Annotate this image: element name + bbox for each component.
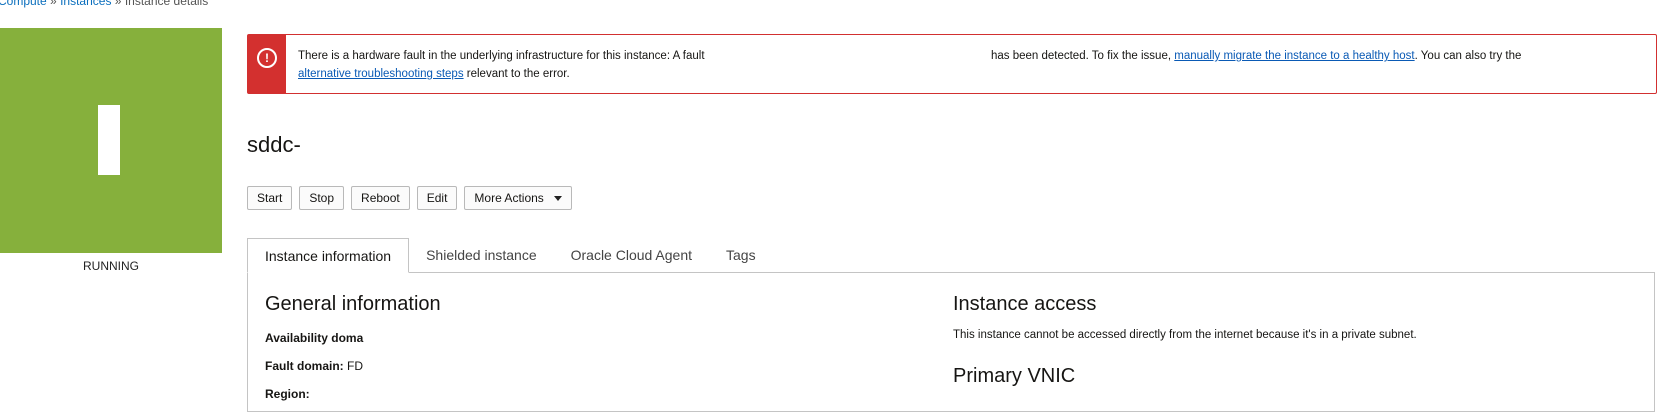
migrate-instance-link[interactable]: manually migrate the instance to a healt…: [1174, 50, 1414, 62]
alert-bar: !: [248, 35, 286, 93]
breadcrumb-separator: »: [50, 0, 57, 8]
breadcrumb-current: Instance details: [124, 0, 209, 8]
instance-status-tile: [0, 28, 222, 253]
alert-text-start: There is a hardware fault in the underly…: [298, 50, 705, 62]
alert-text-mid: has been detected. To fix the issue,: [990, 50, 1172, 62]
fault-domain-label: Fault domain:: [265, 359, 344, 373]
page-title: sddc-: [247, 132, 301, 157]
breadcrumb-compute-link[interactable]: Compute: [0, 0, 47, 8]
tab-instance-information[interactable]: Instance information: [247, 238, 410, 273]
reboot-button[interactable]: Reboot: [351, 186, 410, 210]
breadcrumb-separator: »: [114, 0, 122, 8]
hardware-fault-alert: ! There is a hardware fault in the under…: [247, 34, 1657, 94]
tab-panel: General information Availability doma Fa…: [247, 272, 1655, 412]
tab-tags[interactable]: Tags: [709, 238, 773, 273]
alert-message: There is a hardware fault in the underly…: [298, 47, 1636, 83]
troubleshooting-steps-link[interactable]: alternative troubleshooting steps: [298, 68, 464, 80]
primary-vnic-title: Primary VNIC: [953, 365, 1076, 387]
action-buttons: Start Stop Reboot Edit More Actions: [247, 186, 572, 210]
instance-icon: [98, 105, 120, 175]
stop-button[interactable]: Stop: [299, 186, 345, 210]
alert-text-after-link: . You can also try the: [1414, 50, 1522, 62]
caret-down-icon: [553, 195, 562, 201]
availability-domain-label: Availability doma: [265, 331, 364, 345]
region-label: Region:: [265, 387, 310, 401]
tab-shielded-instance[interactable]: Shielded instance: [409, 238, 554, 273]
more-actions-button[interactable]: More Actions: [464, 186, 572, 210]
tab-oracle-cloud-agent[interactable]: Oracle Cloud Agent: [554, 238, 709, 273]
exclamation-circle-icon: !: [257, 48, 277, 68]
start-button[interactable]: Start: [247, 186, 293, 210]
breadcrumb-instances-link[interactable]: Instances: [60, 0, 111, 8]
edit-button[interactable]: Edit: [416, 186, 458, 210]
availability-domain-field: Availability doma: [265, 331, 363, 345]
fault-domain-field: Fault domain: FD: [265, 359, 363, 373]
instance-status-label: RUNNING: [83, 259, 139, 273]
fault-domain-value: FD: [347, 359, 364, 373]
instance-access-description: This instance cannot be accessed directl…: [953, 329, 1417, 341]
alert-text-end: relevant to the error.: [466, 68, 570, 80]
general-information-title: General information: [265, 293, 441, 315]
instance-tabs: Instance information Shielded instance O…: [247, 238, 773, 273]
region-field: Region:: [265, 387, 310, 401]
breadcrumb: Compute » Instances » Instance details: [0, 0, 208, 8]
more-actions-label: More Actions: [474, 191, 544, 205]
instance-access-title: Instance access: [953, 293, 1097, 315]
